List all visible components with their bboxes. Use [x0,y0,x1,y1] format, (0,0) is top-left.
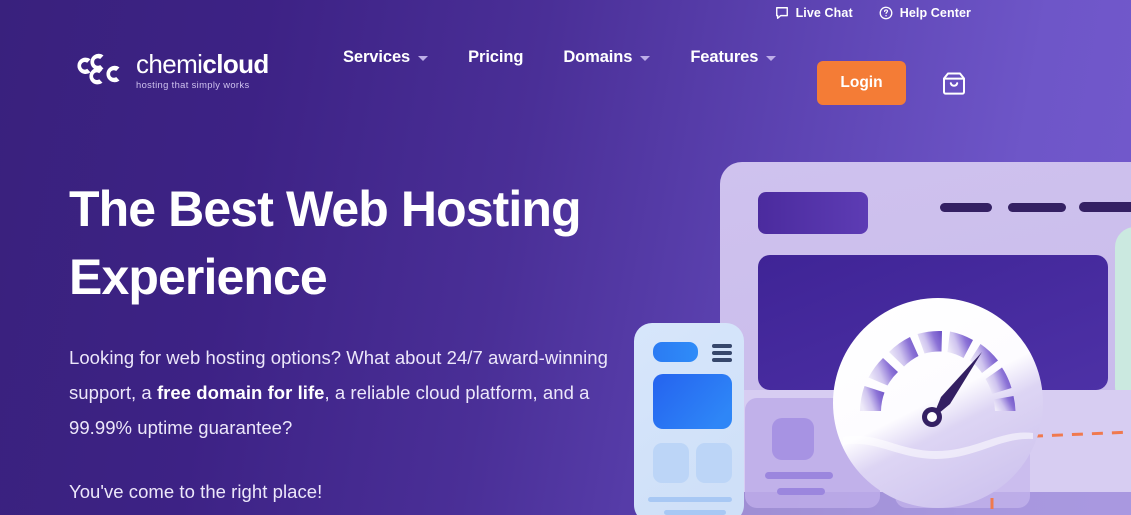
chemicloud-logo-icon [72,52,126,89]
help-center-link[interactable]: Help Center [879,6,971,20]
chat-bubble-icon [775,6,789,20]
login-button[interactable]: Login [817,61,906,105]
hero-content: The Best Web Hosting Experience Looking f… [69,175,649,509]
nav-label-services: Services [343,47,411,66]
nav-label-pricing: Pricing [468,47,524,66]
main-navigation: chemicloud hosting that simply works Ser… [0,26,1131,105]
chevron-down-icon [418,56,429,61]
cart-button[interactable] [938,67,970,99]
nav-item-domains[interactable]: Domains [563,47,651,67]
chevron-down-icon [766,56,777,61]
nav-item-features[interactable]: Features [690,47,777,67]
brand-name: chemicloud [136,49,269,79]
headline-line-1: The Best Web Hosting [69,181,582,237]
nav-label-features: Features [690,47,759,66]
hero-paragraph: Looking for web hosting options? What ab… [69,340,614,445]
page-title: The Best Web Hosting Experience [69,175,649,311]
shopping-bag-icon [938,72,970,102]
hosting-dashboard-illustration [600,140,1131,515]
brand-logo[interactable]: chemicloud hosting that simply works [72,49,269,91]
nav-item-pricing[interactable]: Pricing [468,48,523,67]
chevron-down-icon [640,56,651,61]
question-circle-icon [879,6,893,20]
hero-section: Live Chat Help Center chemicloud hosting… [0,0,1131,515]
brand-tagline: hosting that simply works [136,79,250,91]
headline-line-2: Experience [69,249,328,305]
nav-label-domains: Domains [563,47,633,66]
brand-wordmark: chemicloud hosting that simply works [136,49,269,91]
hero-paragraph-highlight: free domain for life [156,382,325,403]
nav-item-services[interactable]: Services [343,47,429,67]
hero-closing-line: You've come to the right place! [69,481,323,502]
help-center-label: Help Center [899,5,971,20]
top-utility-bar: Live Chat Help Center [0,0,1131,26]
nav-links: Services Pricing Domains Features [343,26,816,88]
live-chat-label: Live Chat [795,5,853,20]
live-chat-link[interactable]: Live Chat [775,6,853,20]
